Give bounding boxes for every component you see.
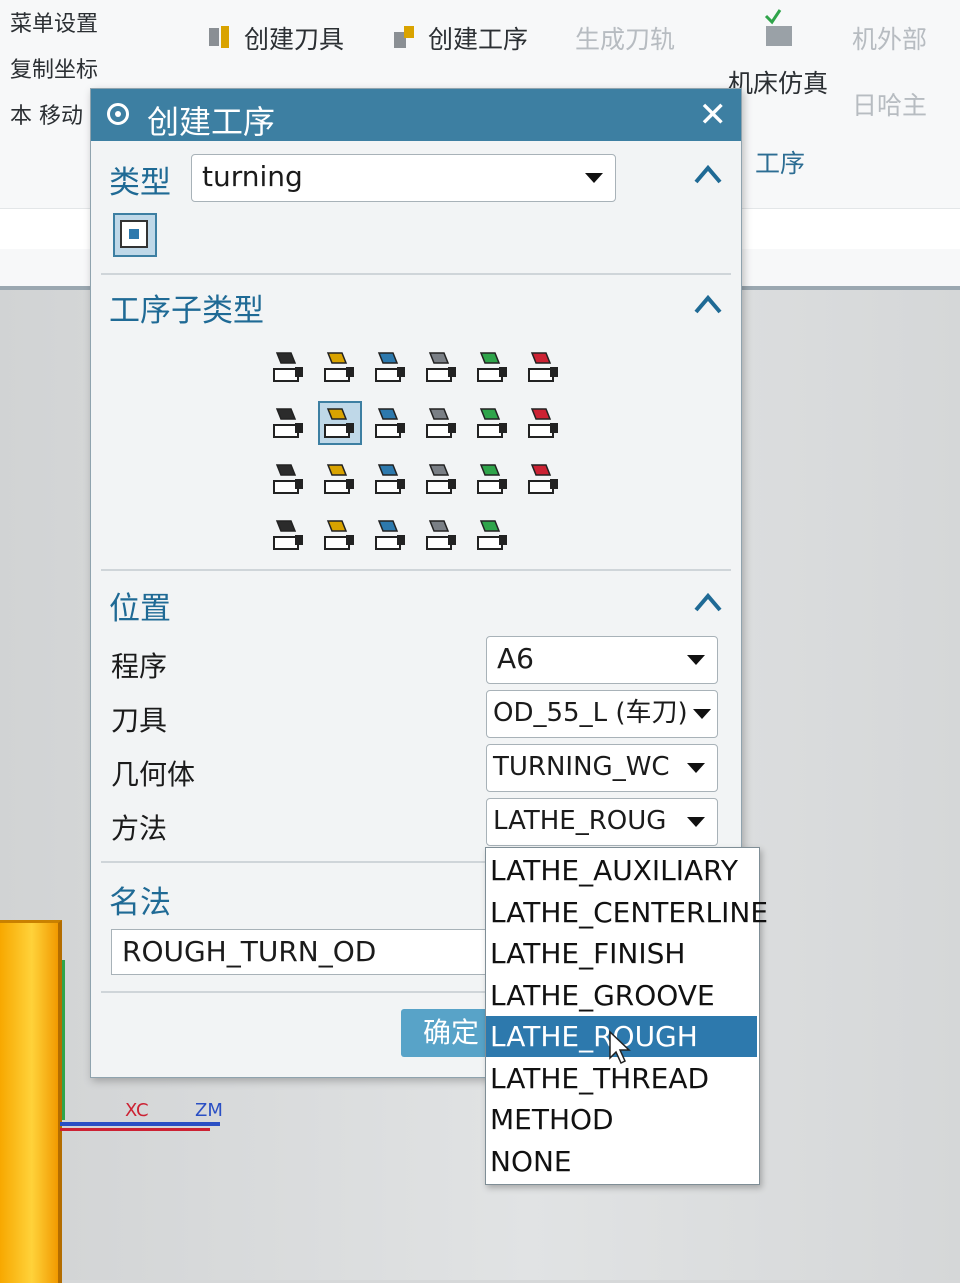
dropdown-option[interactable]: LATHE_CENTERLINE (486, 892, 768, 933)
operation-subtype-icon[interactable] (371, 347, 411, 387)
axis-x-secondary (60, 1128, 210, 1131)
method-value: LATHE_ROUG (493, 806, 667, 836)
operation-subtype-icon[interactable] (422, 459, 462, 499)
turning-type-icon[interactable] (113, 213, 157, 257)
geometry-value: TURNING_WC (493, 752, 670, 782)
axis-label-xc: XC (125, 1100, 149, 1121)
create-tool-icon (209, 26, 229, 48)
chevron-down-icon (687, 763, 705, 773)
operation-subtype-icon[interactable] (320, 515, 360, 555)
chevron-down-icon (693, 709, 711, 719)
method-select[interactable]: LATHE_ROUG (486, 798, 718, 846)
name-input-value: ROUGH_TURN_OD (122, 935, 377, 968)
name-input[interactable]: ROUGH_TURN_OD (111, 929, 501, 975)
program-select[interactable]: A6 (486, 636, 718, 684)
settings-icon[interactable] (107, 103, 129, 125)
dialog-title: 创建工序 (147, 103, 276, 141)
dialog-title-bar[interactable]: 创建工序 ✕ (91, 89, 741, 141)
location-section-label: 位置 (109, 591, 171, 627)
name-section-label: 名法 (109, 885, 171, 921)
collapse-location-icon[interactable] (693, 591, 723, 613)
operation-subtype-icon[interactable] (269, 403, 309, 443)
program-label: 程序 (111, 650, 168, 683)
operation-subtype-icon[interactable] (524, 403, 564, 443)
dropdown-option[interactable]: NONE (486, 1141, 757, 1182)
machine-sim-icon (764, 9, 792, 46)
ribbon-left-item-3[interactable]: 本 移动 (10, 98, 83, 130)
operation-subtype-icon[interactable] (269, 347, 309, 387)
collapse-subtype-icon[interactable] (693, 293, 723, 315)
tool-value: OD_55_L (车刀) (493, 698, 688, 728)
workpiece (0, 920, 62, 1283)
operation-subtype-icon[interactable] (473, 515, 513, 555)
operation-subtype-icon[interactable] (269, 459, 309, 499)
collapse-type-icon[interactable] (693, 163, 723, 185)
operation-subtype-icon[interactable] (320, 347, 360, 387)
type-select-value: turning (202, 160, 303, 193)
operation-subtype-icon[interactable] (422, 347, 462, 387)
divider (101, 569, 731, 571)
operation-subtype-icon[interactable] (422, 515, 462, 555)
operation-subtype-icon[interactable] (473, 459, 513, 499)
create-tool-button[interactable]: 创建刀具 (244, 20, 344, 56)
operation-subtype-icon[interactable] (371, 403, 411, 443)
generate-toolpath-button[interactable]: 生成刀轨 (575, 20, 675, 56)
operation-subtype-icon[interactable] (269, 515, 309, 555)
ribbon-right-item-1[interactable]: 机外部 (852, 20, 927, 56)
machine-sim-button[interactable]: 机床仿真 (728, 64, 828, 100)
operation-subtype-icon[interactable] (473, 347, 513, 387)
program-value: A6 (497, 642, 534, 675)
chevron-down-icon (687, 655, 705, 665)
axis-y (62, 960, 65, 1120)
geometry-label: 几何体 (111, 758, 196, 791)
chevron-down-icon (687, 817, 705, 827)
divider (101, 273, 731, 275)
operation-subtype-icon[interactable] (371, 515, 411, 555)
geometry-select[interactable]: TURNING_WC (486, 744, 718, 792)
dropdown-option[interactable]: LATHE_GROOVE (486, 975, 757, 1016)
dropdown-option[interactable]: LATHE_FINISH (486, 933, 757, 974)
create-operation-button[interactable]: 创建工序 (428, 20, 528, 56)
subtype-section-label: 工序子类型 (109, 293, 264, 329)
operation-subtype-icon[interactable] (371, 459, 411, 499)
ribbon-group-operations: 工序 (755, 149, 806, 178)
close-icon[interactable]: ✕ (699, 95, 728, 135)
axis-label-zm: ZM (195, 1100, 223, 1121)
operation-subtype-icon[interactable] (473, 403, 513, 443)
tool-select[interactable]: OD_55_L (车刀) (486, 690, 718, 738)
ribbon-right-item-2[interactable]: 日哈主 (852, 86, 927, 122)
ok-button-label: 确定 (423, 1016, 480, 1049)
ribbon-left-item-2[interactable]: 复制坐标 (10, 52, 98, 84)
ribbon-left-item-1[interactable]: 菜单设置 (10, 6, 98, 38)
operation-subtype-icon[interactable] (524, 347, 564, 387)
method-dropdown-list: LATHE_AUXILIARY LATHE_CENTERLINE LATHE_FIN… (485, 847, 768, 1185)
mouse-cursor-icon (609, 1030, 631, 1065)
tool-label: 刀具 (111, 704, 168, 737)
create-operation-icon (394, 26, 414, 48)
type-section-label: 类型 (109, 165, 171, 201)
dropdown-option[interactable]: LATHE_AUXILIARY (486, 850, 757, 891)
operation-subtype-icon[interactable] (524, 459, 564, 499)
method-label: 方法 (111, 812, 168, 845)
axis-x (60, 1122, 220, 1126)
operation-subtype-icon[interactable] (422, 403, 462, 443)
chevron-down-icon (585, 173, 603, 183)
dropdown-option[interactable]: METHOD (486, 1099, 757, 1140)
type-select[interactable]: turning (191, 154, 616, 202)
operation-subtype-icon[interactable] (320, 459, 360, 499)
operation-subtype-icon[interactable] (318, 401, 362, 445)
